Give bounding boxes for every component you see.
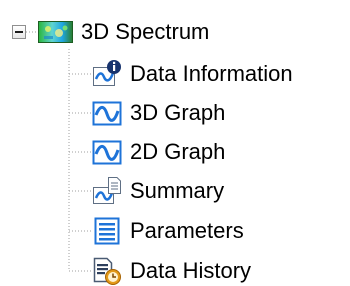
tree-item-label: Data Information xyxy=(130,61,293,86)
spectrum-icon xyxy=(38,21,73,43)
tree-item-data-history[interactable]: Data History xyxy=(92,254,251,286)
tree-item-label: 2D Graph xyxy=(130,139,226,164)
parameters-icon xyxy=(94,217,120,245)
tree-item-3d-graph[interactable]: 3D Graph xyxy=(92,96,225,130)
data-information-icon xyxy=(93,60,121,86)
tree-item-label: Data History xyxy=(130,258,252,283)
project-tree: 3D Spectrum Data Information 3D Graph 2D… xyxy=(0,0,350,286)
graph-3d-icon xyxy=(92,101,122,126)
tree-item-parameters[interactable]: Parameters xyxy=(92,214,244,248)
tree-item-label: 3D Graph xyxy=(130,100,226,125)
data-history-icon xyxy=(93,257,121,285)
tree-item-3d-spectrum[interactable]: 3D Spectrum xyxy=(38,15,209,49)
graph-2d-icon xyxy=(92,140,122,165)
tree-item-2d-graph[interactable]: 2D Graph xyxy=(92,135,225,169)
tree-item-summary[interactable]: Summary xyxy=(92,174,224,208)
tree-item-data-information[interactable]: Data Information xyxy=(92,57,293,91)
summary-icon xyxy=(93,177,121,204)
collapse-toggle[interactable] xyxy=(12,25,26,39)
tree-item-label: Summary xyxy=(130,178,225,203)
tree-item-label: Parameters xyxy=(130,218,244,243)
tree-item-label: 3D Spectrum xyxy=(81,19,210,44)
